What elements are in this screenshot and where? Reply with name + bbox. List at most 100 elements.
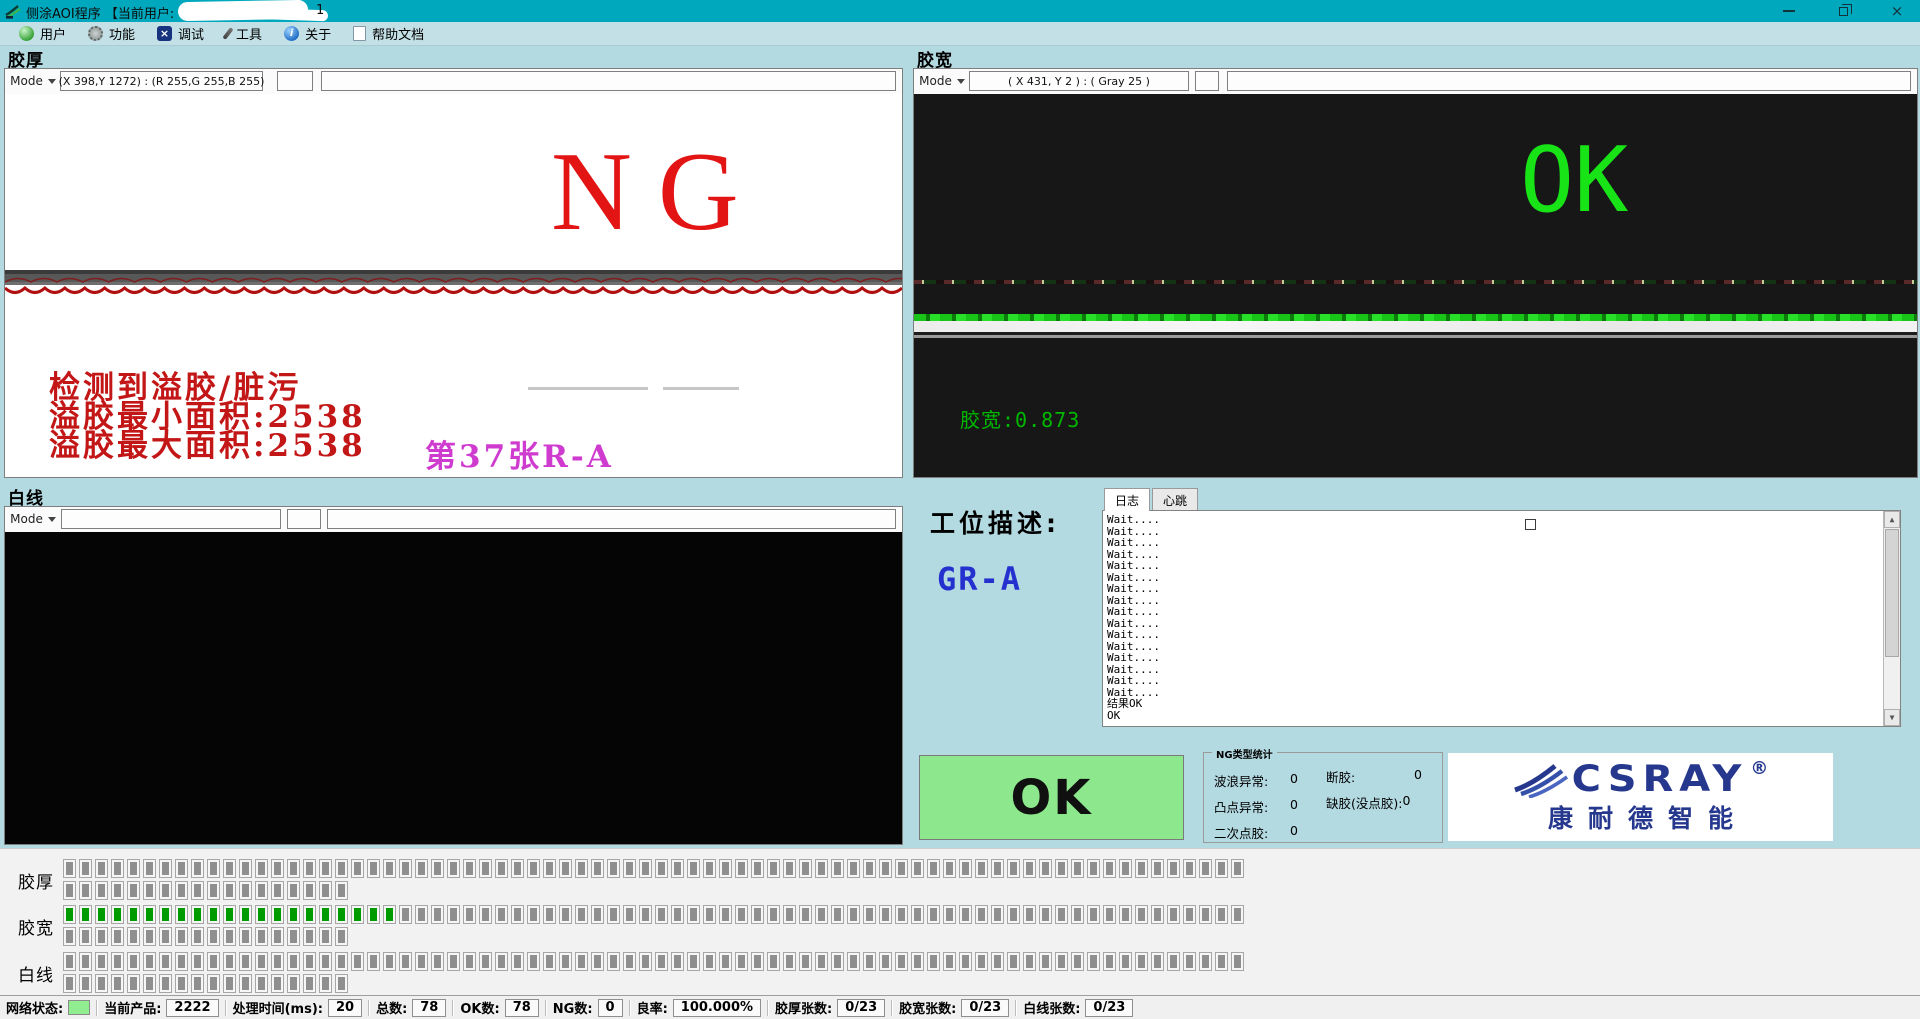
progress-cell [175,927,188,946]
progress-cell [751,905,764,924]
progress-cell [959,952,972,971]
progress-cell [1215,952,1228,971]
progress-group-glue-thickness: 胶厚 [0,859,1920,903]
progress-cell [63,905,76,924]
status-label-glue-width-frames: 胶宽张数: [899,998,956,1017]
progress-cell [399,905,412,924]
progress-cell [879,905,892,924]
progress-cell [207,905,220,924]
status-label-white-line-frames: 白线张数: [1023,998,1080,1017]
scroll-up-icon[interactable]: ▲ [1884,511,1900,528]
progress-cell [607,859,620,878]
glue-thickness-image-view[interactable]: NG 检测到溢胶/脏污 溢胶最小面积:2538 溢胶最大面积:2538 第37张… [5,94,902,477]
log-scrollbar[interactable]: ▲ ▼ [1883,511,1900,726]
chevron-down-icon [48,517,56,522]
white-line-toolbar: Mode [5,507,902,532]
mode-dropdown-button[interactable]: Mode [9,509,57,529]
menu-item-user[interactable]: 用户 [8,22,77,46]
toolbar-box-wide [1227,71,1911,91]
menu-item-tools[interactable]: 工具 [215,22,273,46]
progress-cell [799,952,812,971]
progress-cell [207,974,220,993]
progress-cell [655,952,668,971]
glue-width-panel-body: Mode ( X 431, Y 2 ) : ( Gray 25 ) OK 胶宽:… [913,68,1918,478]
menu-item-debug[interactable]: ×调试 [146,22,215,46]
ng-stat-value: 0 [1290,771,1298,790]
progress-cell [255,952,268,971]
mode-label: Mode [10,512,43,526]
close-button[interactable]: × [1884,0,1910,22]
glue-bead-green-line [914,314,1917,321]
ng-stat-label: 二次点胶: [1214,823,1290,842]
glue-width-image-view[interactable]: OK 胶宽:0.873 [914,94,1917,477]
progress-row [63,859,1244,878]
progress-cell [111,952,124,971]
progress-cell [303,974,316,993]
progress-cell [1071,905,1084,924]
progress-cell [351,905,364,924]
scroll-down-icon[interactable]: ▼ [1884,709,1900,726]
glue-width-toolbar: Mode ( X 431, Y 2 ) : ( Gray 25 ) [914,69,1917,94]
scrollbar-thumb[interactable] [1885,529,1899,657]
log-output[interactable]: Wait....Wait....Wait....Wait....Wait....… [1102,510,1901,727]
progress-cell [335,952,348,971]
log-tabs: 日志心跳 [1104,488,1200,511]
minimize-icon [1783,10,1795,12]
progress-cell [1023,952,1036,971]
progress-cell [319,974,332,993]
progress-cell [79,927,92,946]
log-checkbox[interactable] [1525,519,1536,530]
tab-log[interactable]: 日志 [1104,488,1150,511]
progress-cell [175,881,188,900]
progress-cell [79,974,92,993]
user-icon [19,26,34,41]
progress-cell [895,905,908,924]
progress-cell [1023,905,1036,924]
progress-cell [63,952,76,971]
progress-cell [79,859,92,878]
progress-cell [831,859,844,878]
mode-dropdown-button[interactable]: Mode [9,71,57,91]
minimize-button[interactable] [1776,0,1802,22]
progress-cell [735,859,748,878]
restore-button[interactable] [1830,0,1856,22]
progress-cell [959,905,972,924]
log-line: Wait.... [1107,583,1900,595]
progress-cell [719,905,732,924]
glue-width-panel: 胶宽 Mode ( X 431, Y 2 ) : ( Gray 25 ) OK … [913,46,1918,478]
glue-bead-white-band [914,321,1917,332]
progress-cell [303,881,316,900]
progress-group-label: 胶厚 [18,868,54,893]
tab-heartbeat[interactable]: 心跳 [1152,488,1198,510]
progress-cell [143,905,156,924]
progress-cell [431,905,444,924]
menu-item-about[interactable]: i关于 [273,22,342,46]
progress-cell [287,881,300,900]
overall-result-button[interactable]: OK [919,755,1184,840]
menu-item-help-docs[interactable]: 帮助文档 [342,22,435,46]
progress-cell [415,859,428,878]
progress-cell [95,974,108,993]
progress-cell [767,952,780,971]
progress-cell [527,905,540,924]
about-icon: i [284,26,299,41]
status-value-glue-width-frames: 0/23 [961,999,1009,1017]
progress-cell [431,859,444,878]
progress-cell [159,881,172,900]
progress-cell [943,859,956,878]
progress-cell [335,905,348,924]
progress-cell [815,859,828,878]
progress-cell [591,859,604,878]
window-title-tail: 1 [316,3,324,18]
progress-cell [383,952,396,971]
progress-cell [191,927,204,946]
mode-dropdown-button[interactable]: Mode [918,71,966,91]
progress-cell [1231,952,1244,971]
white-line-image-view[interactable] [5,532,902,844]
ng-stat-row: 凸点异常:0 [1214,797,1298,816]
status-separator [545,1000,547,1016]
menu-item-features[interactable]: 功能 [77,22,146,46]
progress-cell [687,859,700,878]
progress-cell [1151,952,1164,971]
status-separator [96,1000,98,1016]
